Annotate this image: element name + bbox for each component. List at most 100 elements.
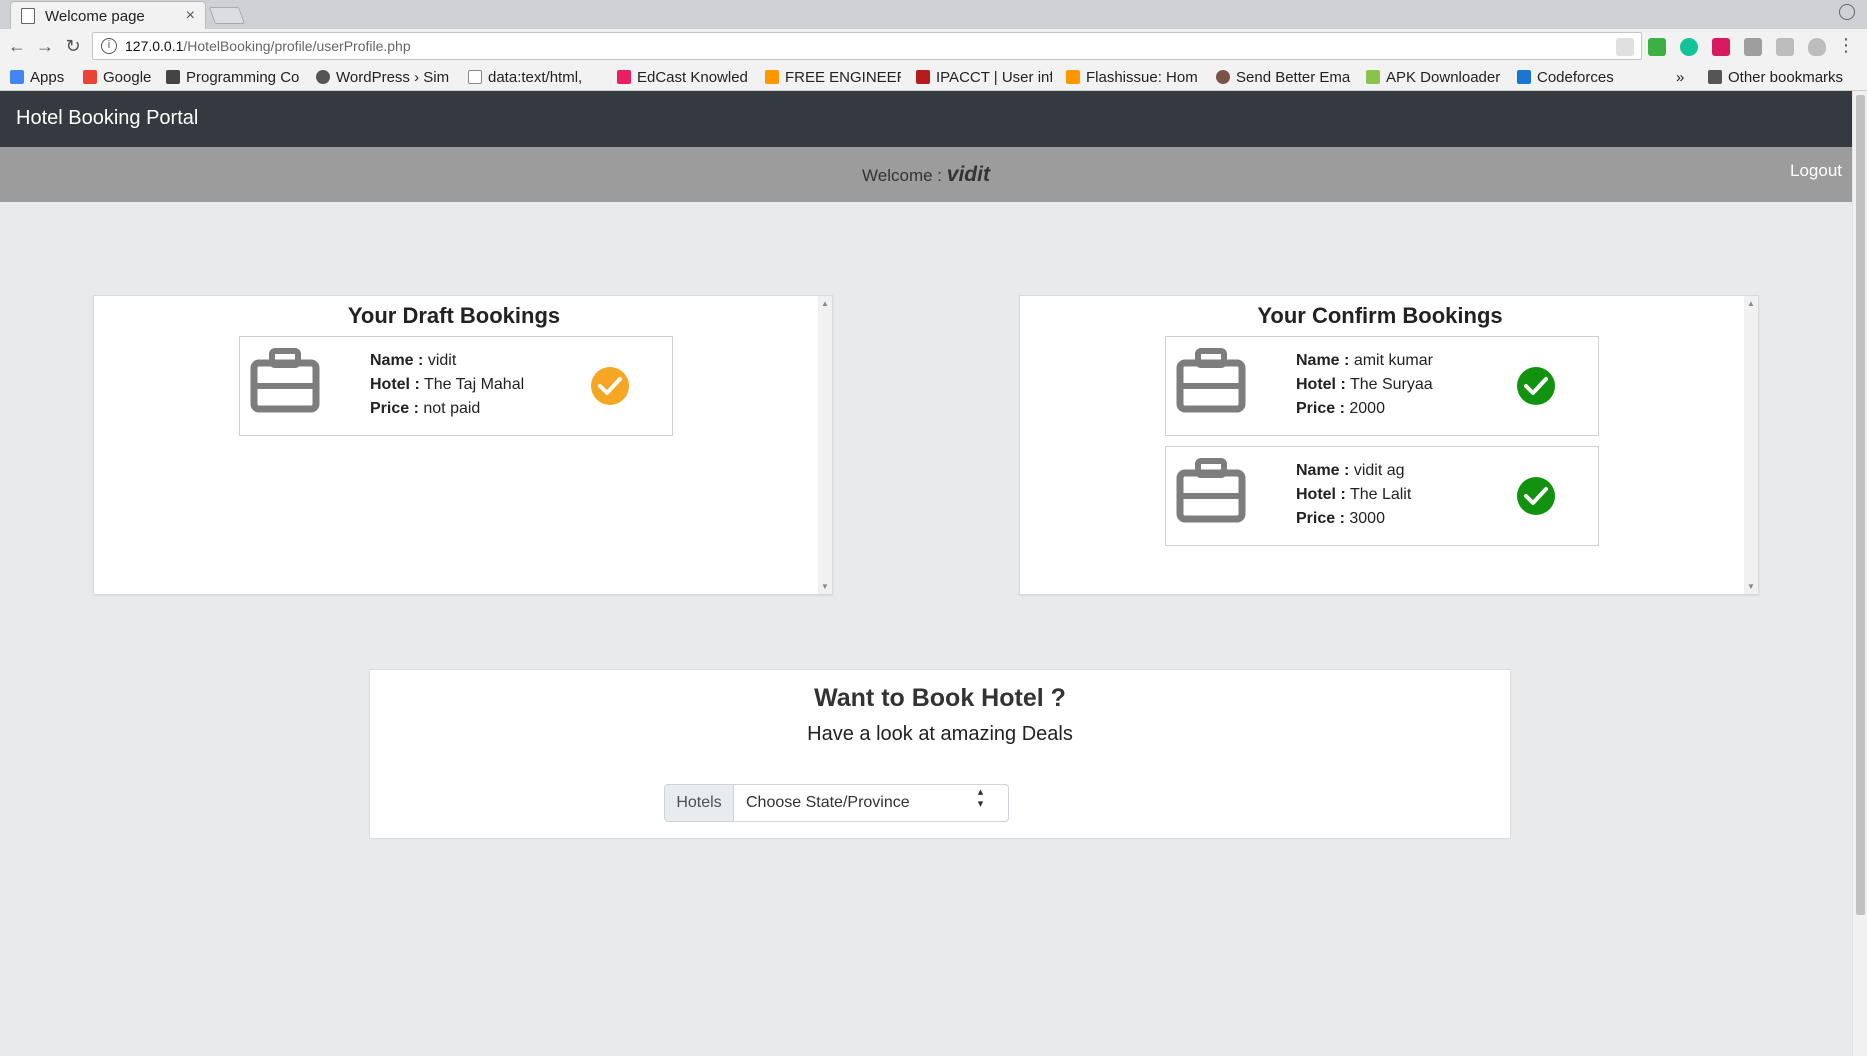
bookmark-item[interactable]: APK Downloader: [1366, 67, 1502, 87]
info-icon[interactable]: i: [101, 38, 117, 54]
booking-hotel-row: Hotel : The Taj Mahal: [370, 373, 524, 397]
booking-name: amit kumar: [1353, 352, 1433, 369]
browser-tab-strip: Welcome page ×: [0, 0, 1867, 30]
grammarly-extension-icon[interactable]: [1680, 38, 1698, 56]
address-bar[interactable]: i 127.0.0.1/HotelBooking/profile/userPro…: [92, 32, 1642, 60]
book-hotel-subtitle: Have a look at amazing Deals: [807, 723, 1073, 745]
bookmark-label: Google: [103, 68, 152, 86]
scroll-up-arrow-icon[interactable]: ▲: [1747, 299, 1755, 308]
name-label: Name :: [1296, 462, 1350, 479]
hotel-label: Hotel :: [370, 376, 420, 393]
bookmark-item[interactable]: FREE ENGINEERI: [765, 67, 901, 87]
other-bookmarks[interactable]: Other bookmarks: [1708, 67, 1858, 87]
shield-extension-icon[interactable]: [1808, 38, 1826, 56]
bookmarks-overflow[interactable]: »: [1676, 67, 1692, 87]
confirm-panel-scrollbar[interactable]: ▲ ▼: [1744, 296, 1758, 594]
check-circle-icon: [1517, 477, 1555, 515]
bookmark-item[interactable]: Flashissue: Hom: [1066, 67, 1202, 87]
bookmark-item[interactable]: Codeforces: [1517, 67, 1637, 87]
bookmark-item[interactable]: Send Better Ema: [1216, 67, 1352, 87]
bookmark-label: Programming Co: [186, 68, 300, 86]
booking-price: not paid: [423, 400, 481, 417]
bookmark-item[interactable]: WordPress › Sim: [316, 67, 452, 87]
bookmark-label: EdCast Knowled: [637, 68, 748, 86]
price-label: Price :: [370, 400, 419, 417]
bookmark-label: data:text/html,: [488, 68, 583, 86]
bookmark-item[interactable]: Google: [83, 67, 158, 87]
booking-name: vidit: [427, 352, 457, 369]
new-tab-button[interactable]: [208, 7, 246, 24]
booking-card: Name : amit kumar Hotel : The Suryaa Pri…: [1165, 336, 1599, 436]
booking-hotel: The Suryaa: [1349, 376, 1433, 393]
extension-green-icon[interactable]: [1648, 38, 1666, 56]
browser-tab[interactable]: Welcome page ×: [10, 1, 206, 30]
draft-bookings-panel: Your Draft Bookings Name : vidit Hotel :…: [93, 295, 833, 595]
bookmark-label: Flashissue: Hom: [1086, 68, 1198, 86]
browser-toolbar: ← → ↻ i 127.0.0.1/HotelBooking/profile/u…: [0, 29, 1867, 63]
check-circle-icon: [1517, 367, 1555, 405]
reload-icon[interactable]: ↻: [62, 35, 84, 57]
flashissue-icon: [1066, 70, 1080, 84]
bookmark-label: Codeforces: [1537, 68, 1614, 86]
booking-hotel: The Taj Mahal: [423, 376, 525, 393]
booking-name: vidit ag: [1353, 462, 1405, 479]
eyedropper-extension-icon[interactable]: [1616, 38, 1634, 56]
tab-close-icon[interactable]: ×: [186, 7, 195, 25]
engineering-icon: [765, 70, 779, 84]
scroll-down-arrow-icon[interactable]: ▼: [821, 582, 829, 591]
bookmark-label: Apps: [30, 68, 65, 86]
logout-link[interactable]: Logout: [1790, 161, 1842, 181]
welcome-bar: Welcome : vidit Logout: [0, 147, 1852, 202]
extension-red-icon[interactable]: [1712, 38, 1730, 56]
apps-icon: [10, 70, 24, 84]
price-label: Price :: [1296, 510, 1345, 527]
booking-price: 2000: [1349, 400, 1385, 417]
document-icon: [468, 70, 482, 84]
bookmark-item[interactable]: Apps: [10, 67, 75, 87]
scroll-down-arrow-icon[interactable]: ▼: [1747, 582, 1755, 591]
page-scrollbar[interactable]: [1852, 91, 1867, 1056]
check-circle-icon[interactable]: [590, 366, 630, 406]
state-province-select[interactable]: Choose State/Province ▴▾: [734, 784, 1009, 822]
booking-details: Name : amit kumar Hotel : The Suryaa Pri…: [1296, 349, 1433, 421]
folder-icon: [1708, 70, 1722, 84]
state-select-group: Hotels Choose State/Province ▴▾: [664, 784, 1009, 822]
bookmark-item[interactable]: EdCast Knowled: [617, 67, 753, 87]
booking-hotel-row: Hotel : The Lalit: [1296, 483, 1411, 507]
profile-icon[interactable]: [1839, 4, 1855, 20]
camera-extension-icon[interactable]: [1776, 38, 1794, 56]
google-icon: [83, 70, 97, 84]
bookmark-item[interactable]: IPACCT | User inf: [916, 67, 1052, 87]
bookmark-label: APK Downloader: [1386, 68, 1501, 86]
booking-name-row: Name : vidit: [370, 349, 524, 373]
draft-bookings-title: Your Draft Bookings: [347, 303, 561, 328]
browser-menu-icon[interactable]: ⋮: [1837, 36, 1855, 54]
extension-off-icon[interactable]: [1744, 38, 1762, 56]
bookmark-label: Send Better Ema: [1236, 68, 1351, 86]
forward-arrow-icon[interactable]: →: [34, 35, 56, 57]
bookmark-label: Other bookmarks: [1728, 68, 1844, 86]
draft-panel-scrollbar[interactable]: ▲ ▼: [818, 296, 832, 594]
page-icon: [21, 8, 35, 24]
scroll-up-arrow-icon[interactable]: ▲: [821, 299, 829, 308]
confirm-bookings-panel: Your Confirm Bookings Name : amit kumar …: [1019, 295, 1759, 595]
booking-card: Name : vidit Hotel : The Taj Mahal Price…: [239, 336, 673, 436]
briefcase-icon: [1176, 458, 1246, 523]
top-navbar: Hotel Booking Portal: [0, 91, 1852, 147]
brand-link[interactable]: Hotel Booking Portal: [16, 107, 198, 130]
booking-price-row: Price : not paid: [370, 397, 524, 421]
page-scrollbar-thumb[interactable]: [1856, 95, 1865, 915]
booking-price-row: Price : 3000: [1296, 507, 1411, 531]
select-value: Choose State/Province: [746, 794, 910, 811]
edcast-icon: [617, 70, 631, 84]
name-label: Name :: [1296, 352, 1350, 369]
codeforces-icon: [1517, 70, 1531, 84]
bookmarks-bar: Apps Google Programming Co WordPress › S…: [0, 63, 1867, 91]
bookmark-item[interactable]: Programming Co: [166, 67, 303, 87]
hotel-label: Hotel :: [1296, 376, 1346, 393]
back-arrow-icon[interactable]: ←: [6, 35, 28, 57]
url-path: /HotelBooking/profile/userProfile.php: [183, 38, 411, 54]
price-label: Price :: [1296, 400, 1345, 417]
bookmark-item[interactable]: data:text/html,: [468, 67, 604, 87]
bookmark-label: IPACCT | User inf: [936, 68, 1052, 86]
